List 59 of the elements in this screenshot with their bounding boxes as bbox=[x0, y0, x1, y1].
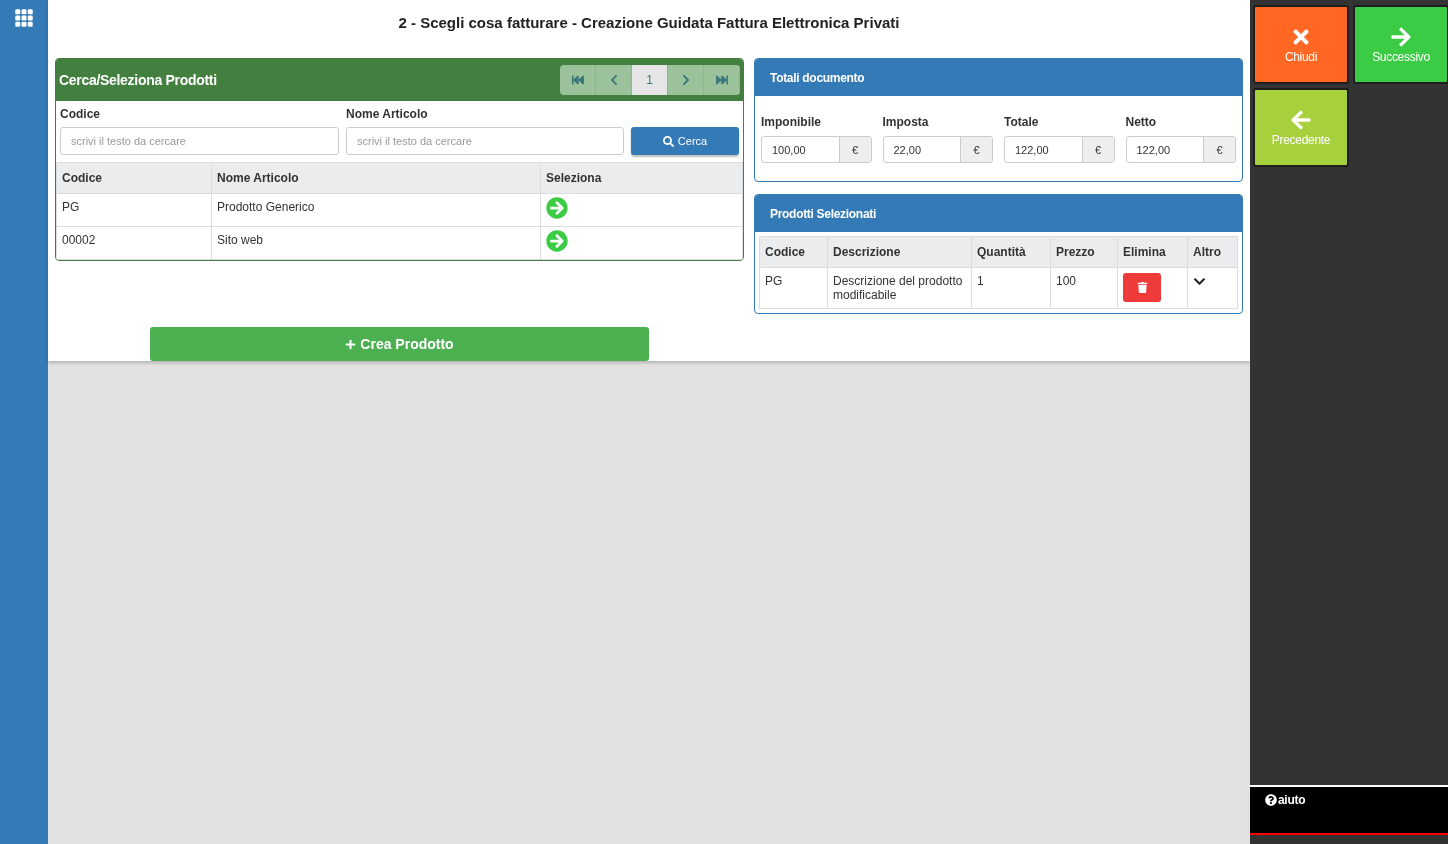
search-button[interactable]: Cerca bbox=[631, 127, 739, 155]
field-label: Netto bbox=[1125, 115, 1158, 129]
table-cell: PG bbox=[56, 193, 212, 227]
field-label: Nome Articolo bbox=[346, 107, 429, 121]
amount-field[interactable]: 122,00 € bbox=[1004, 136, 1115, 163]
column-header: Nome Articolo bbox=[211, 162, 541, 194]
panel-title: Prodotti Selezionati bbox=[770, 206, 876, 221]
field-label: Imposta bbox=[882, 115, 930, 129]
currency-addon: € bbox=[960, 137, 992, 162]
column-header: Descrizione bbox=[827, 236, 972, 268]
amount-field[interactable]: 100,00 € bbox=[761, 136, 872, 163]
amount-field[interactable]: 122,00 € bbox=[1125, 136, 1236, 163]
pager-button[interactable] bbox=[560, 65, 596, 95]
search-field[interactable]: scrivi il testo da cercare bbox=[60, 127, 339, 155]
field-label: Imponibile bbox=[761, 115, 822, 129]
page-button[interactable]: 1 bbox=[632, 65, 668, 95]
create-product-button[interactable]: Crea Prodotto bbox=[150, 327, 649, 361]
select-arrow-icon[interactable] bbox=[546, 230, 568, 252]
column-header: Seleziona bbox=[540, 162, 743, 194]
pager-button[interactable] bbox=[704, 65, 740, 95]
table-cell: Prodotto Generico bbox=[211, 193, 541, 227]
help-icon bbox=[1265, 794, 1277, 806]
close-button[interactable]: Chiudi bbox=[1253, 5, 1349, 84]
search-icon bbox=[662, 135, 674, 147]
column-header: Codice bbox=[56, 162, 212, 194]
table-cell: Sito web bbox=[211, 226, 541, 260]
column-header: Codice bbox=[759, 236, 828, 268]
skip-forward-icon bbox=[715, 74, 728, 86]
delete-button[interactable] bbox=[1123, 273, 1161, 302]
pager-button[interactable] bbox=[668, 65, 704, 95]
select-arrow-icon[interactable] bbox=[546, 197, 568, 219]
amount-field[interactable]: 22,00 € bbox=[882, 136, 993, 163]
chevron-down-icon[interactable] bbox=[1193, 275, 1206, 288]
search-field[interactable]: scrivi il testo da cercare bbox=[346, 127, 624, 155]
table-cell: Descrizione del prodotto modificabile bbox=[827, 267, 972, 309]
currency-addon: € bbox=[838, 137, 871, 162]
currency-addon: € bbox=[1203, 137, 1235, 162]
panel-title: Cerca/Seleziona Prodotti bbox=[59, 72, 217, 88]
arrow-right-icon bbox=[1390, 25, 1412, 48]
column-header: Prezzo bbox=[1050, 236, 1118, 268]
field-label: Totale bbox=[1004, 115, 1040, 129]
trash-icon bbox=[1136, 282, 1148, 293]
plus-icon bbox=[345, 338, 357, 350]
page-title: 2 - Scegli cosa fatturare - Creazione Guidata Fattura Elettronica Privati bbox=[397, 14, 901, 31]
pager-button[interactable] bbox=[596, 65, 632, 95]
skip-back-icon bbox=[571, 74, 584, 86]
table-cell: 1 bbox=[971, 267, 1051, 309]
table-cell: 100 bbox=[1050, 267, 1118, 309]
help-link[interactable]: aiuto bbox=[1265, 793, 1306, 807]
column-header: Altro bbox=[1187, 236, 1238, 268]
apps-grid-icon[interactable] bbox=[14, 8, 34, 28]
table-cell: 00002 bbox=[56, 226, 212, 260]
panel-title: Totali documento bbox=[770, 70, 865, 85]
column-header: Quantità bbox=[971, 236, 1051, 268]
currency-addon: € bbox=[1081, 137, 1114, 162]
arrow-left-icon bbox=[1290, 108, 1312, 131]
table-cell: PG bbox=[759, 267, 828, 309]
field-label: Codice bbox=[60, 107, 101, 121]
column-header: Elimina bbox=[1117, 236, 1188, 268]
